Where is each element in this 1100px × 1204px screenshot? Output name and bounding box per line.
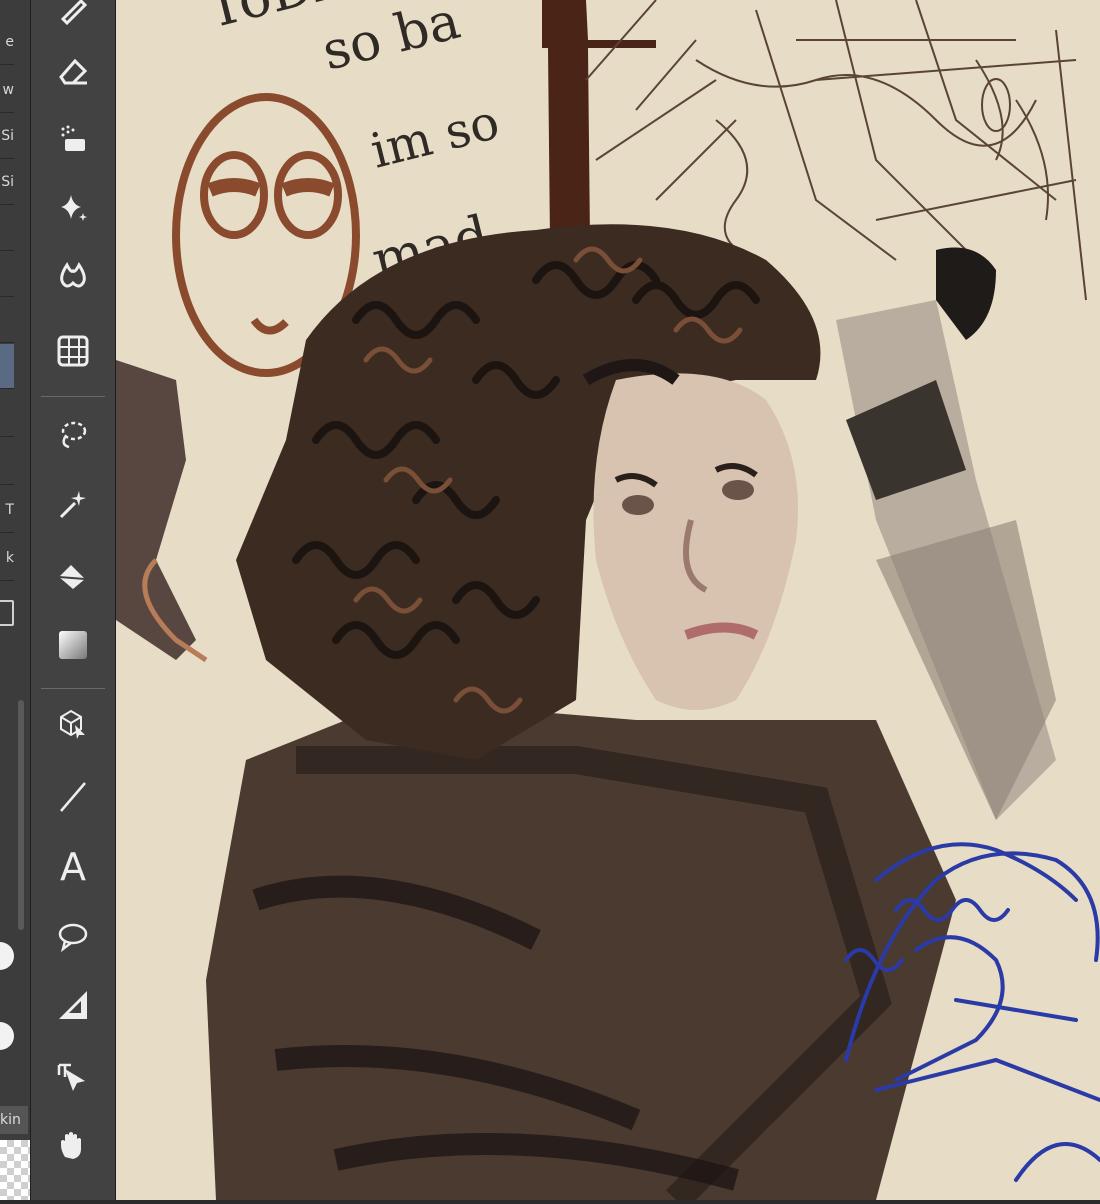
layer-row[interactable] bbox=[0, 206, 14, 251]
layer-row[interactable] bbox=[0, 252, 14, 297]
speech-balloon-icon[interactable] bbox=[52, 916, 94, 958]
layer-skin-label[interactable]: kin bbox=[0, 1106, 28, 1134]
toolbar-separator bbox=[41, 688, 105, 689]
trash-icon[interactable] bbox=[0, 600, 14, 626]
transparency-thumbnail bbox=[0, 1140, 30, 1200]
layer-row[interactable] bbox=[0, 298, 14, 343]
ruler-triangle-icon[interactable] bbox=[52, 984, 94, 1026]
lasso-icon[interactable] bbox=[52, 414, 94, 456]
text-tool-glyph: A bbox=[60, 845, 86, 889]
auto-select-wand-icon[interactable] bbox=[52, 484, 94, 526]
layer-label: Si bbox=[1, 174, 14, 190]
layer-row[interactable]: Si bbox=[0, 114, 14, 159]
layer-label: T bbox=[5, 502, 14, 518]
color-circle-icon[interactable] bbox=[0, 1022, 14, 1050]
layer-label: e bbox=[5, 34, 14, 50]
move-object-icon[interactable] bbox=[52, 1056, 94, 1098]
pen-tool-icon[interactable] bbox=[52, 0, 94, 30]
layer-row[interactable]: w bbox=[0, 68, 14, 113]
toolbar-separator bbox=[41, 396, 105, 397]
grid-transform-icon[interactable] bbox=[52, 330, 94, 372]
fill-drop-icon[interactable] bbox=[52, 254, 94, 296]
layer-row[interactable] bbox=[0, 392, 14, 437]
fill-bucket-icon[interactable] bbox=[52, 556, 94, 598]
layer-label: k bbox=[5, 550, 14, 566]
operation-3d-icon[interactable] bbox=[52, 704, 94, 746]
eraser-icon[interactable] bbox=[52, 50, 94, 92]
color-circle-icon[interactable] bbox=[0, 942, 14, 970]
sparkle-decoration-icon[interactable] bbox=[52, 186, 94, 228]
line-icon[interactable] bbox=[52, 776, 94, 818]
layer-row-selected[interactable] bbox=[0, 344, 14, 389]
layer-row[interactable]: e bbox=[0, 20, 14, 65]
canvas-artwork: ToDA so ba im so mad bbox=[116, 0, 1100, 1204]
gradient-icon[interactable] bbox=[52, 624, 94, 666]
text-tool-icon[interactable]: A bbox=[52, 846, 94, 888]
layer-label: w bbox=[2, 82, 14, 98]
layer-panel: e w Si Si T k kin bbox=[0, 0, 31, 1200]
tool-palette: A bbox=[31, 0, 116, 1200]
panel-scrollbar[interactable] bbox=[18, 700, 24, 930]
drawing-canvas[interactable]: ToDA so ba im so mad bbox=[116, 0, 1100, 1204]
blend-icon[interactable] bbox=[52, 118, 94, 160]
layer-row[interactable]: Si bbox=[0, 160, 14, 205]
hand-icon[interactable] bbox=[52, 1124, 94, 1166]
layer-row[interactable] bbox=[0, 440, 14, 485]
layer-label: Si bbox=[1, 128, 14, 144]
layer-row[interactable]: T bbox=[0, 488, 14, 533]
layer-row[interactable]: k bbox=[0, 536, 14, 581]
